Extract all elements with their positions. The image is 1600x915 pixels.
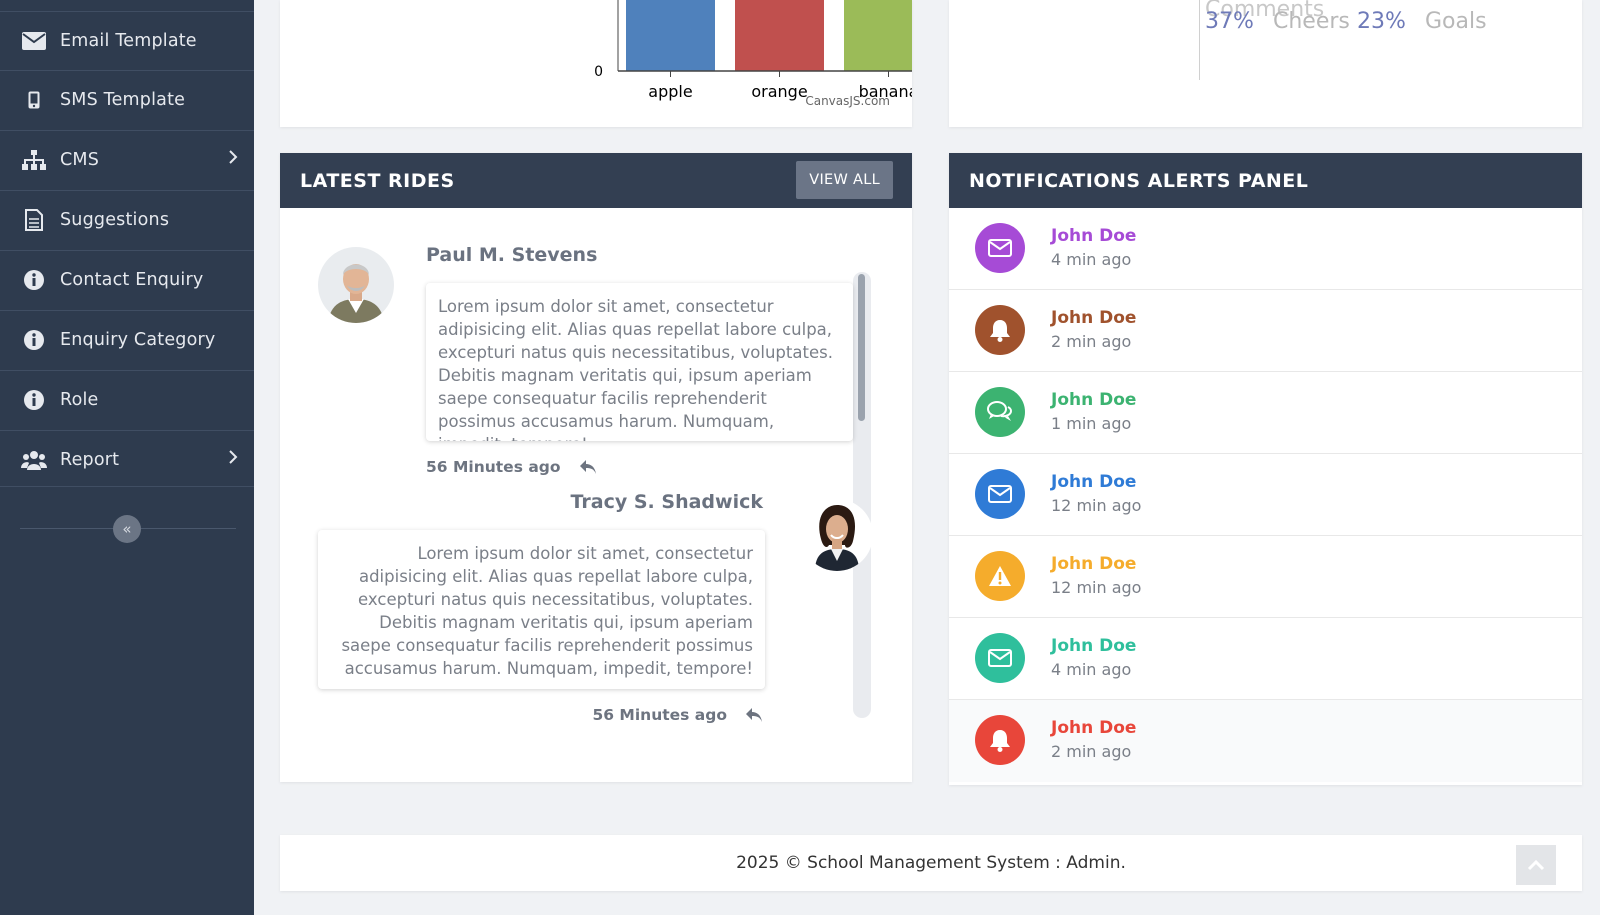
notification-user[interactable]: John Doe: [1051, 226, 1136, 246]
notifications-panel: NOTIFICATIONS ALERTS PANEL John Doe 4 min…: [949, 153, 1582, 785]
pie-chart-card: Comments 37% Cheers 23% Goals: [949, 0, 1582, 127]
panel-header: NOTIFICATIONS ALERTS PANEL: [949, 153, 1582, 208]
pie-name-label: Cheers: [1273, 9, 1350, 34]
notification-time: 2 min ago: [1051, 742, 1132, 761]
users-icon: [18, 450, 50, 470]
chart-credit-link[interactable]: CanvasJS.com: [805, 94, 890, 108]
sitemap-icon: [18, 150, 50, 170]
chevron-up-icon: [1527, 859, 1545, 871]
notification-time: 4 min ago: [1051, 660, 1132, 679]
notification-time: 2 min ago: [1051, 332, 1132, 351]
notification-user[interactable]: John Doe: [1051, 390, 1136, 410]
notification-time: 4 min ago: [1051, 250, 1132, 269]
sidebar-item-label: Report: [60, 450, 120, 470]
sidebar-item-report[interactable]: Report: [0, 430, 254, 489]
sidebar-item-label: Suggestions: [60, 210, 170, 230]
sidebar: Email Template SMS Template CMS Suggesti…: [0, 0, 254, 915]
x-tick-label: orange: [751, 82, 807, 101]
ride-message: Lorem ipsum dolor sit amet, consectetur …: [318, 530, 765, 689]
document-icon: [18, 209, 50, 231]
notification-item[interactable]: John Doe 2 min ago: [949, 290, 1582, 372]
bar-apple[interactable]: [626, 0, 715, 71]
ride-user-name: Paul M. Stevens: [426, 244, 598, 266]
notification-time: 12 min ago: [1051, 496, 1142, 515]
pie-label-line: [1199, 0, 1200, 80]
sidebar-item-label: CMS: [60, 150, 100, 170]
latest-rides-panel: LATEST RIDES VIEW ALL Paul M. Stevens Lo…: [280, 153, 912, 782]
sidebar-item-sms-template[interactable]: SMS Template: [0, 70, 254, 129]
ride-message: Lorem ipsum dolor sit amet, consectetur …: [426, 283, 853, 441]
reply-icon[interactable]: [579, 459, 597, 475]
chevron-right-icon: [228, 449, 238, 470]
sidebar-collapse-button[interactable]: «: [113, 515, 141, 543]
pie-value-label: 37%: [1205, 9, 1254, 34]
bell-icon: [975, 305, 1025, 355]
envelope-icon: [975, 469, 1025, 519]
comments-icon: [975, 387, 1025, 437]
bar-chart-card: 0appleorangebananamangogrape CanvasJS.co…: [280, 0, 912, 127]
notification-item[interactable]: John Doe 4 min ago: [949, 208, 1582, 290]
scroll-to-top-button[interactable]: [1516, 845, 1556, 885]
ride-timestamp: 56 Minutes ago: [426, 458, 597, 476]
sidebar-item-label: Email Template: [60, 31, 197, 51]
envelope-icon: [18, 32, 50, 50]
bar-banana[interactable]: [844, 0, 912, 71]
sidebar-item-label: Enquiry Category: [60, 330, 216, 350]
info-icon: [18, 330, 50, 350]
avatar: [801, 499, 873, 571]
sidebar-item-enquiry-category[interactable]: Enquiry Category: [0, 310, 254, 369]
ride-time-text: 56 Minutes ago: [426, 458, 561, 476]
notification-item[interactable]: John Doe 12 min ago: [949, 454, 1582, 536]
notification-item[interactable]: John Doe 4 min ago: [949, 618, 1582, 700]
sidebar-item-label: SMS Template: [60, 90, 186, 110]
pie-value-label: 23%: [1357, 9, 1406, 34]
envelope-icon: [975, 223, 1025, 273]
view-all-button[interactable]: VIEW ALL: [796, 161, 893, 199]
info-icon: [18, 390, 50, 410]
chevron-right-icon: [228, 149, 238, 170]
panel-title: NOTIFICATIONS ALERTS PANEL: [969, 169, 1309, 192]
notification-item[interactable]: John Doe 2 min ago: [949, 700, 1582, 782]
notification-user[interactable]: John Doe: [1051, 308, 1136, 328]
notification-user[interactable]: John Doe: [1051, 636, 1136, 656]
ride-user-name: Tracy S. Shadwick: [570, 491, 763, 513]
notification-time: 12 min ago: [1051, 578, 1142, 597]
ride-timestamp: 56 Minutes ago: [592, 706, 763, 724]
mobile-icon: [18, 91, 50, 109]
notification-user[interactable]: John Doe: [1051, 554, 1136, 574]
notification-user[interactable]: John Doe: [1051, 472, 1136, 492]
notification-user[interactable]: John Doe: [1051, 718, 1136, 738]
panel-header: LATEST RIDES VIEW ALL: [280, 153, 912, 208]
warning-icon: [975, 551, 1025, 601]
sidebar-divider: [0, 486, 254, 487]
sidebar-item-suggestions[interactable]: Suggestions: [0, 190, 254, 249]
info-icon: [18, 270, 50, 290]
envelope-icon: [975, 633, 1025, 683]
avatar: [318, 247, 394, 323]
y-tick-label: 0: [594, 64, 603, 80]
footer: 2025 © School Management System : Admin.: [280, 835, 1582, 891]
x-tick-label: apple: [648, 82, 692, 101]
sidebar-item-email-template[interactable]: Email Template: [0, 11, 254, 70]
ride-time-text: 56 Minutes ago: [592, 706, 727, 724]
sidebar-item-role[interactable]: Role: [0, 370, 254, 429]
sidebar-item-label: Role: [60, 390, 99, 410]
bell-icon: [975, 715, 1025, 765]
sidebar-item-cms[interactable]: CMS: [0, 130, 254, 189]
bar-orange[interactable]: [735, 0, 824, 71]
notification-item[interactable]: John Doe 1 min ago: [949, 372, 1582, 454]
sidebar-item-contact-enquiry[interactable]: Contact Enquiry: [0, 250, 254, 309]
notification-time: 1 min ago: [1051, 414, 1132, 433]
footer-copyright: 2025 © School Management System : Admin.: [736, 853, 1126, 873]
panel-title: LATEST RIDES: [300, 169, 455, 192]
scrollbar-thumb[interactable]: [858, 274, 865, 421]
sidebar-item-label: Contact Enquiry: [60, 270, 204, 290]
pie-name-label: Goals: [1425, 9, 1487, 34]
reply-icon[interactable]: [745, 707, 763, 723]
notification-item[interactable]: John Doe 12 min ago: [949, 536, 1582, 618]
